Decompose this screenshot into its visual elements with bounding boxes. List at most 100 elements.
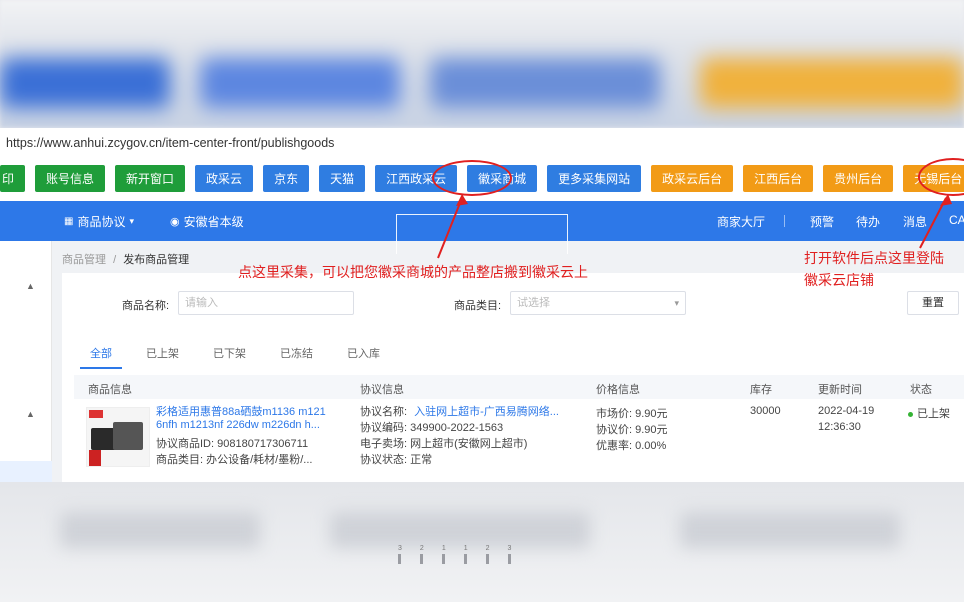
th-status: 状态 — [910, 384, 932, 396]
annotation-right-1: 打开软件后点这里登陆 — [804, 250, 944, 266]
name-filter-input[interactable]: 请输入 — [178, 291, 354, 315]
progress-tick: 1 — [442, 545, 446, 564]
breadcrumb-current: 发布商品管理 — [123, 254, 190, 266]
nav-warning[interactable]: 预警 — [810, 213, 834, 230]
category-filter-select[interactable]: 试选择 ▾ — [510, 291, 686, 315]
toolbar-button-0[interactable]: 印 — [0, 164, 26, 192]
url-bar[interactable]: https://www.anhui.zcygov.cn/item-center-… — [0, 128, 964, 158]
progress-tick-label: 2 — [485, 545, 490, 552]
breadcrumb: 商品管理 / 发布商品管理 — [62, 251, 189, 267]
toolbar-button-2[interactable]: 新开窗口 — [115, 164, 186, 192]
nav-menu-label: 商品协议 — [77, 215, 126, 229]
overlay-frame — [396, 214, 568, 254]
caret-down-icon: ▾ — [129, 216, 134, 226]
sidebar-active-item[interactable] — [0, 461, 52, 482]
toolbar-button-5[interactable]: 天猫 — [319, 164, 366, 192]
nav-location[interactable]: ◉ 安徽省本级 — [170, 213, 244, 230]
breadcrumb-parent[interactable]: 商品管理 — [62, 254, 106, 266]
market-price: 市场价: 9.90元 — [596, 408, 668, 420]
protocol-status: 协议状态: 正常 — [360, 454, 433, 466]
status-dot-icon — [908, 411, 913, 417]
nav-todo[interactable]: 待办 — [856, 213, 880, 230]
tab-frozen[interactable]: 已冻结 — [270, 345, 323, 369]
toolbar-button-3[interactable]: 政采云 — [195, 164, 254, 192]
th-protocol-info: 协议信息 — [360, 384, 404, 396]
discount-rate: 优惠率: 0.00% — [596, 440, 667, 452]
protocol-name: 协议名称: 入驻网上超市-广西易腾网络... — [360, 403, 559, 419]
status-tabs: 全部 已上架 已下架 已冻结 已入库 — [80, 345, 390, 369]
th-update-time: 更新时间 — [818, 384, 862, 396]
th-product-info: 商品信息 — [88, 384, 132, 396]
toolbar-button-10[interactable]: 江西后台 — [743, 164, 814, 192]
screenshot-frame: https://www.anhui.zcygov.cn/item-center-… — [0, 128, 964, 482]
tab-all[interactable]: 全部 — [80, 345, 122, 369]
blurred-background-top — [0, 0, 964, 128]
progress-tick: 3 — [398, 545, 402, 564]
progress-tick: 2 — [486, 545, 490, 564]
collapse-arrow-icon[interactable]: ▲ — [26, 281, 35, 291]
nav-merchant-hall[interactable]: 商家大厅 — [717, 213, 765, 230]
brand-label — [89, 410, 103, 418]
product-id: 协议商品ID: 908180717306711 — [156, 438, 309, 450]
protocol-name-link[interactable]: 入驻网上超市-广西易腾网络... — [414, 406, 559, 418]
breadcrumb-separator: / — [113, 254, 117, 266]
th-price-info: 价格信息 — [596, 384, 640, 396]
progress-tick-label: 3 — [398, 545, 402, 552]
toolbar-button-8[interactable]: 更多采集网站 — [547, 164, 642, 192]
progress-tick-bar — [486, 554, 490, 564]
box-image — [89, 450, 101, 466]
progress-tick: 3 — [507, 545, 511, 564]
toolbar-button-4[interactable]: 京东 — [263, 164, 310, 192]
name-filter-label: 商品名称: — [122, 300, 170, 312]
stock-value: 30000 — [750, 405, 781, 417]
blur-blob — [60, 512, 260, 548]
nav-messages[interactable]: 消息 — [903, 213, 927, 230]
annotation-right-2: 徽采云店铺 — [804, 272, 874, 288]
category-filter-label: 商品类目: — [454, 300, 502, 312]
progress-tick-bar — [507, 554, 511, 564]
progress-tick: 1 — [464, 545, 468, 564]
chevron-down-icon: ▾ — [674, 298, 679, 308]
printer-image — [113, 422, 143, 450]
table-header: 商品信息 协议信息 价格信息 库存 更新时间 状态 — [74, 375, 964, 399]
blur-strip — [430, 58, 660, 108]
nav-menu-protocol[interactable]: ▦ 商品协议 ▾ — [64, 213, 134, 230]
th-stock: 库存 — [750, 384, 772, 396]
nav-location-label: 安徽省本级 — [183, 215, 244, 229]
progress-tick-bar — [464, 554, 468, 564]
product-thumbnail[interactable] — [86, 407, 150, 467]
reset-button[interactable]: 重置 — [907, 291, 959, 315]
goods-panel: 商品名称: 请输入 商品类目: 试选择 ▾ 重置 全部 已上架 已下架 已冻结 … — [62, 273, 964, 482]
update-date: 2022-04-19 — [818, 405, 875, 417]
store-name: 电子卖场: 网上超市(安徽网上超市) — [360, 438, 528, 450]
progress-tick: 2 — [420, 545, 424, 564]
tab-delisted[interactable]: 已下架 — [203, 345, 256, 369]
tab-listed[interactable]: 已上架 — [136, 345, 189, 369]
protocol-price: 协议价: 9.90元 — [596, 424, 668, 436]
product-category: 商品类目: 办公设备/耗材/墨粉/... — [156, 454, 313, 466]
toolbar-button-11[interactable]: 贵州后台 — [823, 164, 894, 192]
protocol-code: 协议编码: 349900-2022-1563 — [360, 422, 504, 434]
nav-ca[interactable]: CA — [949, 213, 964, 227]
toolbar-button-9[interactable]: 政采云后台 — [651, 164, 734, 192]
progress-tick-bar — [420, 554, 424, 564]
product-title[interactable]: 彩格适用惠普88a硒鼓m1136 m121 — [156, 403, 326, 419]
progress-tick-label: 1 — [463, 545, 468, 552]
product-title-cont[interactable]: 6nfh m1213nf 226dw m226dn h... — [156, 419, 320, 431]
sidebar: ▲ ▲ — [0, 241, 52, 482]
category-filter-placeholder: 试选择 — [517, 297, 550, 309]
annotation-left: 点这里采集，可以把您徽采商城的产品整店搬到徽采云上 — [238, 264, 588, 280]
toolbar-button-1[interactable]: 账号信息 — [35, 164, 106, 192]
progress-tick-bar — [398, 554, 402, 564]
protocol-name-label: 协议名称: — [360, 406, 408, 418]
progress-tick-label: 1 — [441, 545, 446, 552]
location-pin-icon: ◉ — [170, 216, 180, 228]
blurred-background-bottom — [0, 482, 964, 602]
collapse-arrow-icon[interactable]: ▲ — [26, 409, 35, 419]
progress-tick-bar — [442, 554, 446, 564]
blur-blob — [330, 512, 590, 548]
grid-icon: ▦ — [64, 216, 74, 227]
blur-blob — [680, 512, 900, 548]
blur-strip — [0, 58, 170, 108]
tab-stored[interactable]: 已入库 — [337, 345, 390, 369]
